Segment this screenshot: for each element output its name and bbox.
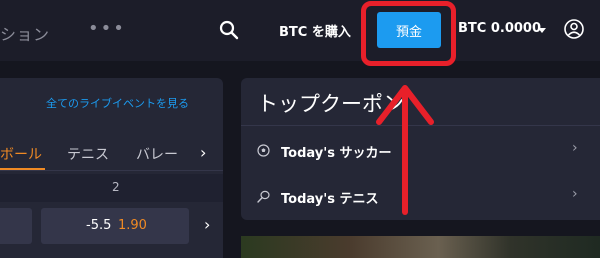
chevron-down-icon[interactable] <box>538 28 546 33</box>
odds-price: 1.90 <box>118 218 147 233</box>
balance-dropdown[interactable]: BTC 0.0000 <box>458 21 541 36</box>
coupon-item-tennis[interactable]: Today's テニス <box>281 188 378 207</box>
chevron-right-icon[interactable]: › <box>204 215 210 234</box>
odds-button[interactable] <box>41 208 189 244</box>
soccer-ball-icon <box>257 144 270 157</box>
promo-banner-image[interactable] <box>241 236 600 258</box>
chevron-right-icon[interactable]: › <box>572 140 578 156</box>
tab-volleyball[interactable]: バレー <box>136 144 178 164</box>
tennis-racket-icon <box>257 190 270 203</box>
tab-ball[interactable]: ボール <box>0 144 42 164</box>
user-account-icon[interactable] <box>563 18 585 40</box>
tabs-divider <box>0 170 223 171</box>
odds-button-partial[interactable] <box>0 208 32 244</box>
search-icon[interactable] <box>218 19 240 41</box>
more-menu-icon[interactable]: ••• <box>88 18 126 39</box>
column-label-2: 2 <box>112 180 120 194</box>
tab-tennis[interactable]: テニス <box>67 144 109 164</box>
all-live-events-link[interactable]: 全てのライブイベントを見る <box>46 95 189 111</box>
annotation-arrow-icon <box>376 85 434 215</box>
odds-handicap: -5.5 <box>86 218 112 233</box>
chevron-right-icon[interactable]: › <box>572 186 578 202</box>
chevron-right-icon[interactable]: › <box>200 143 206 162</box>
nav-item-partial[interactable]: ション <box>0 21 50 45</box>
buy-btc-button[interactable]: BTC を購入 <box>279 21 351 40</box>
annotation-highlight-box <box>361 1 456 66</box>
